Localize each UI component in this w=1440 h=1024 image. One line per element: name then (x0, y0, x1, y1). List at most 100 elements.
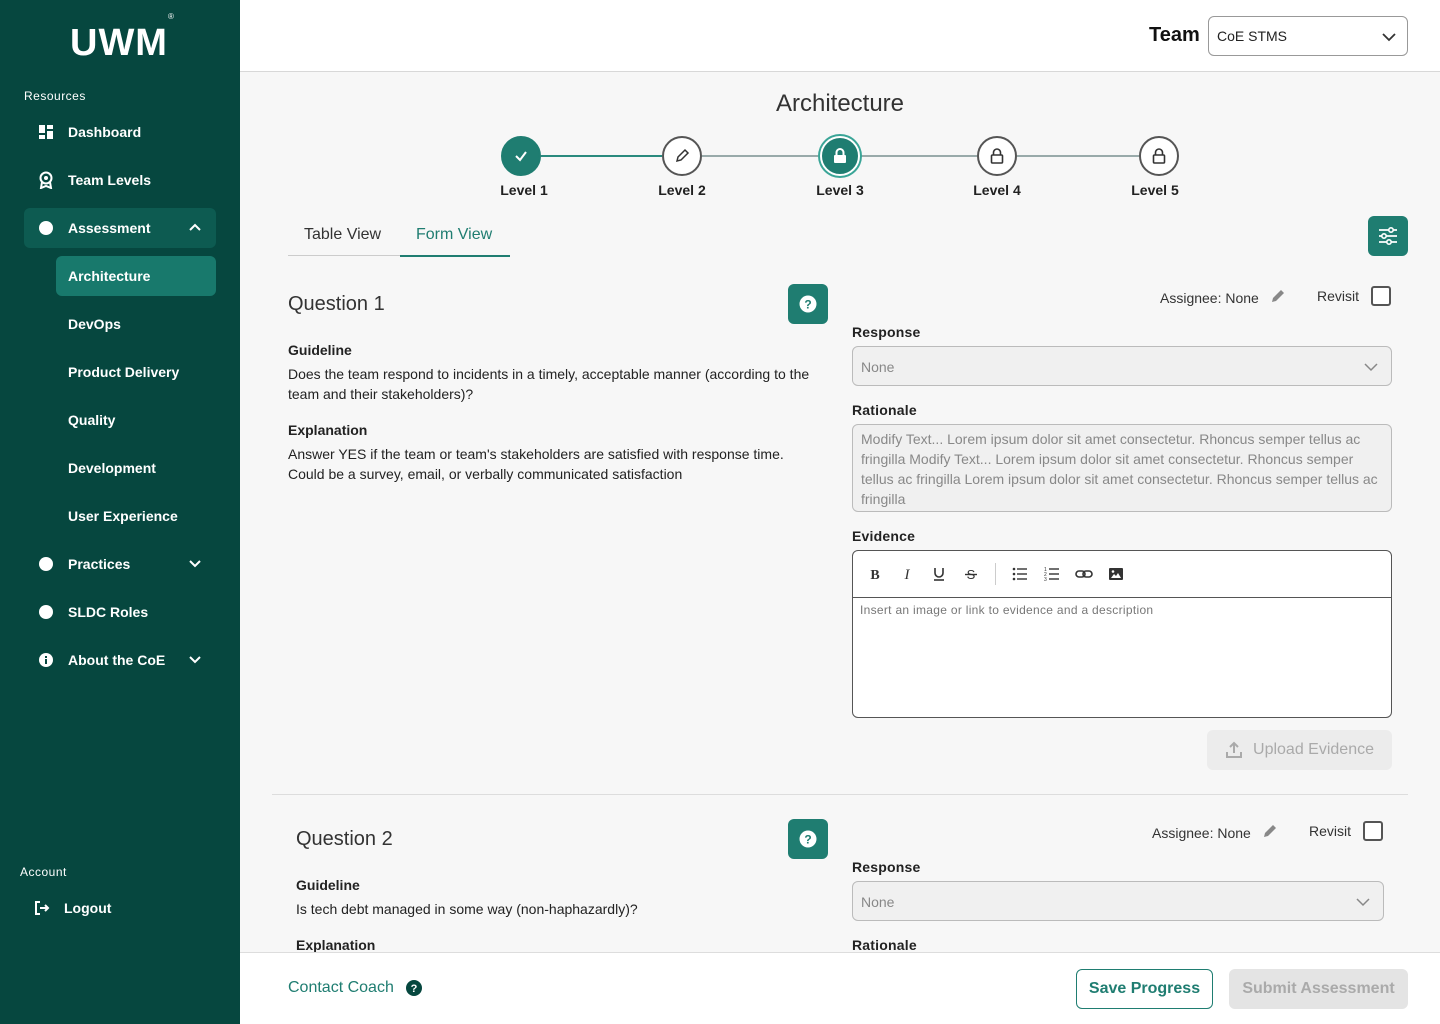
stepper-connector (860, 155, 977, 157)
sidebar-subitem-development[interactable]: Development (56, 448, 216, 488)
page-title: Architecture (775, 90, 905, 117)
lock-icon (1152, 148, 1166, 164)
pencil-icon (1271, 290, 1284, 302)
explanation-text: Answer YES if the team or team's stakeho… (288, 446, 784, 482)
strikethrough-button[interactable]: S (959, 562, 983, 586)
team-select[interactable]: CoE STMS (1208, 16, 1408, 56)
response-value: None (861, 894, 895, 910)
edit-assignee-button[interactable] (1261, 822, 1279, 843)
stepper-connector (541, 155, 662, 157)
underline-button[interactable] (927, 562, 951, 586)
contact-coach-label: Contact Coach (288, 979, 394, 996)
check-icon (515, 151, 527, 162)
step-label: Level 1 (500, 182, 548, 198)
help-icon: ? (799, 830, 817, 848)
filter-settings-button[interactable] (1368, 216, 1408, 256)
contact-coach-link[interactable]: Contact Coach ? (288, 979, 422, 997)
explanation-label: Explanation (288, 422, 368, 438)
view-tabs: Table View Form View (288, 220, 510, 257)
submit-assessment-button[interactable]: Submit Assessment (1229, 969, 1408, 1009)
step-level-3[interactable] (820, 136, 860, 176)
bullet-list-button[interactable] (1008, 562, 1032, 586)
footer-bar: Contact Coach ? Save Progress Submit Ass… (240, 952, 1440, 1024)
rationale-field[interactable]: Modify Text... Lorem ipsum dolor sit ame… (852, 424, 1392, 512)
response-select[interactable]: None (852, 881, 1384, 921)
rationale-label: Rationale (852, 937, 917, 953)
step-label: Level 5 (1131, 182, 1179, 198)
sidebar-item-practices[interactable]: Practices (24, 544, 216, 584)
sidebar-item-label: About the CoE (68, 652, 166, 668)
evidence-input[interactable]: Insert an image or link to evidence and … (853, 598, 1391, 622)
step-level-4[interactable] (977, 136, 1017, 176)
question-help-button[interactable]: ? (788, 819, 828, 859)
sidebar-item-sldc-roles[interactable]: SLDC Roles (24, 592, 216, 632)
sidebar-item-team-levels[interactable]: Team Levels (24, 160, 216, 200)
team-label: Team (1149, 24, 1200, 46)
sidebar-subitem-user-experience[interactable]: User Experience (56, 496, 216, 536)
revisit: Revisit (1309, 821, 1384, 841)
question-help-button[interactable]: ? (788, 284, 828, 324)
logout-label: Logout (64, 900, 112, 916)
svg-text:B: B (870, 568, 879, 581)
dashboard-icon (24, 125, 68, 139)
guideline-text: Is tech debt managed in some way (non-ha… (296, 901, 638, 917)
revisit-checkbox[interactable] (1363, 821, 1384, 841)
sidebar-item-dashboard[interactable]: Dashboard (24, 112, 216, 152)
explanation-label: Explanation (296, 937, 376, 953)
tab-form-view[interactable]: Form View (416, 226, 492, 244)
response-select[interactable]: None (852, 346, 1392, 386)
underline-icon (934, 568, 944, 581)
toolbar-divider (995, 563, 996, 585)
upload-evidence-button[interactable]: Upload Evidence (1207, 730, 1392, 770)
link-icon (1075, 570, 1093, 578)
sidebar-item-assessment[interactable]: Assessment (24, 208, 216, 248)
chevron-down-icon (1381, 29, 1397, 48)
revisit-label: Revisit (1317, 288, 1360, 304)
sidebar-subitem-devops[interactable]: DevOps (56, 304, 216, 344)
step-level-1[interactable] (501, 136, 541, 176)
chevron-down-icon (188, 556, 202, 573)
revisit-label: Revisit (1309, 823, 1352, 839)
response-label: Response (852, 859, 921, 875)
sidebar-item-label: SLDC Roles (68, 604, 149, 620)
tab-table-view[interactable]: Table View (304, 226, 381, 244)
evidence-editor[interactable]: B I S 123 Insert an image or link to evi… (852, 550, 1392, 718)
sidebar-item-label: Dashboard (68, 124, 142, 140)
link-button[interactable] (1072, 562, 1096, 586)
svg-text:3: 3 (1044, 577, 1047, 581)
image-button[interactable] (1104, 562, 1128, 586)
save-progress-button[interactable]: Save Progress (1076, 969, 1213, 1009)
active-tab-indicator (400, 255, 510, 257)
assignee: Assignee: None (1160, 287, 1287, 308)
chevron-down-icon (188, 652, 202, 669)
step-level-5[interactable] (1139, 136, 1179, 176)
sidebar-subitem-product-delivery[interactable]: Product Delivery (56, 352, 216, 392)
question-title: Question 1 (288, 293, 385, 315)
assignee-label: Assignee: None (1152, 824, 1251, 841)
numbered-list-icon: 123 (1044, 567, 1059, 581)
revisit: Revisit (1317, 286, 1392, 306)
response-label: Response (852, 324, 921, 340)
sidebar-subitem-architecture[interactable]: Architecture (56, 256, 216, 296)
upload-icon (1226, 741, 1243, 758)
assignee-label: Assignee: None (1160, 289, 1259, 306)
sidebar-item-about[interactable]: About the CoE (24, 640, 216, 680)
edit-assignee-button[interactable] (1269, 287, 1287, 308)
sidebar-subitem-quality[interactable]: Quality (56, 400, 216, 440)
circle-icon (24, 605, 68, 619)
lock-icon (834, 148, 846, 163)
bold-button[interactable]: B (863, 562, 887, 586)
circle-icon (24, 221, 68, 235)
assignee: Assignee: None (1152, 822, 1279, 843)
italic-button[interactable]: I (895, 562, 919, 586)
svg-text:?: ? (410, 983, 417, 995)
uwm-logo[interactable]: UWM® (70, 12, 175, 65)
logout-button[interactable]: Logout (20, 888, 212, 928)
revisit-checkbox[interactable] (1371, 286, 1392, 306)
step-level-2[interactable] (662, 136, 702, 176)
numbered-list-button[interactable]: 123 (1040, 562, 1064, 586)
chevron-down-icon (1363, 359, 1379, 378)
bullet-list-icon (1012, 567, 1027, 581)
step-label: Level 2 (658, 182, 706, 198)
response-value: None (861, 359, 895, 375)
